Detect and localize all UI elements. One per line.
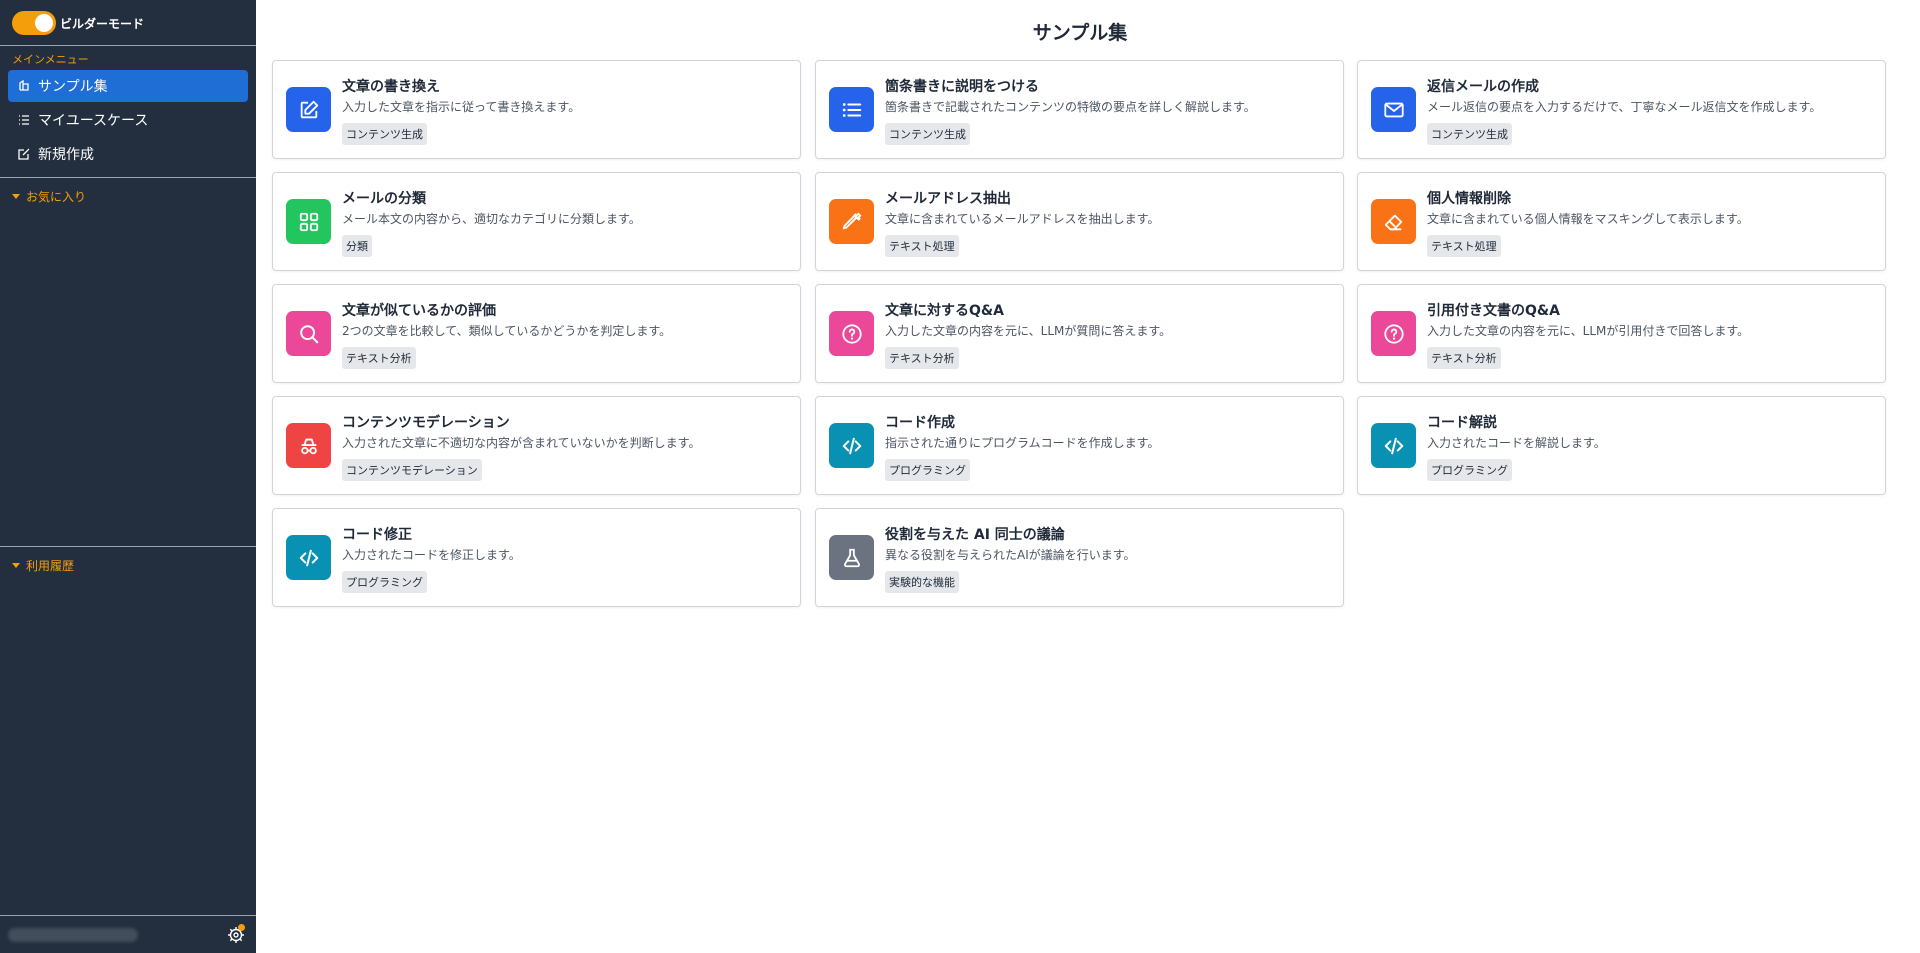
- history-header[interactable]: 利用履歴: [12, 557, 74, 574]
- code-icon: [1371, 423, 1416, 468]
- card-title: コード作成: [885, 415, 955, 431]
- sample-icon: [18, 80, 30, 92]
- card-description: 入力されたコードを修正します。: [342, 548, 521, 562]
- card-description: 箇条書きで記載されたコンテンツの特徴の要点を詳しく解説します。: [885, 100, 1256, 114]
- card-tag: 分類: [342, 235, 372, 257]
- card-title: メールアドレス抽出: [885, 191, 1011, 207]
- card-title: 文章に対するQ&A: [885, 303, 1004, 319]
- sidebar-item-samples[interactable]: サンプル集: [8, 70, 248, 102]
- card-title: 文章が似ているかの評価: [342, 303, 496, 319]
- sample-card[interactable]: コード作成 指示された通りにプログラムコードを作成します。 プログラミング: [815, 396, 1344, 495]
- sidebar-item-new[interactable]: 新規作成: [8, 138, 248, 170]
- list-icon: [829, 87, 874, 132]
- card-tag: プログラミング: [1427, 459, 1512, 481]
- card-tag: テキスト処理: [1427, 235, 1501, 257]
- incognito-icon: [286, 423, 331, 468]
- main-menu-label: メインメニュー: [12, 53, 89, 66]
- divider: [0, 546, 256, 547]
- edit-icon: [18, 148, 30, 160]
- card-tag: コンテンツモデレーション: [342, 459, 482, 481]
- search-icon: [286, 311, 331, 356]
- sample-card[interactable]: メールアドレス抽出 文章に含まれているメールアドレスを抽出します。 テキスト処理: [815, 172, 1344, 271]
- mail-icon: [1371, 87, 1416, 132]
- code-icon: [829, 423, 874, 468]
- card-tag: コンテンツ生成: [1427, 123, 1512, 145]
- caret-down-icon: [12, 194, 20, 199]
- flask-icon: [829, 535, 874, 580]
- card-description: 入力した文章の内容を元に、LLMが引用付きで回答します。: [1427, 324, 1750, 338]
- sidebar-item-my-usecases[interactable]: マイユースケース: [8, 104, 248, 136]
- sidebar-item-label: マイユースケース: [38, 113, 149, 129]
- sample-card[interactable]: コード解説 入力されたコードを解説します。 プログラミング: [1357, 396, 1886, 495]
- page-title: サンプル集: [1032, 22, 1128, 44]
- sample-card[interactable]: 引用付き文書のQ&A 入力した文章の内容を元に、LLMが引用付きで回答します。 …: [1357, 284, 1886, 383]
- sample-card[interactable]: 文章が似ているかの評価 2つの文章を比較して、類似しているかどうかを判定します。…: [272, 284, 801, 383]
- card-tag: コンテンツ生成: [885, 123, 970, 145]
- card-title: コード解説: [1427, 415, 1497, 431]
- favorites-header[interactable]: お気に入り: [12, 188, 86, 205]
- sample-card[interactable]: 文章の書き換え 入力した文章を指示に従って書き換えます。 コンテンツ生成: [272, 60, 801, 159]
- card-description: 入力されたコードを解説します。: [1427, 436, 1606, 450]
- card-description: 入力した文章を指示に従って書き換えます。: [342, 100, 581, 114]
- grid-icon: [286, 199, 331, 244]
- card-tag: テキスト分析: [342, 347, 416, 369]
- divider: [0, 915, 256, 916]
- divider: [0, 177, 256, 178]
- card-description: メール返信の要点を入力するだけで、丁寧なメール返信文を作成します。: [1427, 100, 1822, 114]
- card-tag: 実験的な機能: [885, 571, 959, 593]
- builder-mode-toggle[interactable]: ビルダーモード: [12, 11, 144, 35]
- card-title: 返信メールの作成: [1427, 79, 1539, 95]
- eraser-icon: [1371, 199, 1416, 244]
- card-title: 文章の書き換え: [342, 79, 440, 95]
- card-title: コード修正: [342, 527, 412, 543]
- sample-card[interactable]: 個人情報削除 文章に含まれている個人情報をマスキングして表示します。 テキスト処…: [1357, 172, 1886, 271]
- card-tag: プログラミング: [342, 571, 427, 593]
- question-icon: [1371, 311, 1416, 356]
- card-title: コンテンツモデレーション: [342, 415, 510, 431]
- card-description: 文章に含まれている個人情報をマスキングして表示します。: [1427, 212, 1749, 226]
- favorites-label: お気に入り: [26, 190, 87, 204]
- builder-mode-label: ビルダーモード: [60, 16, 145, 31]
- card-tag: テキスト分析: [1427, 347, 1501, 369]
- sample-card[interactable]: メールの分類 メール本文の内容から、適切なカテゴリに分類します。 分類: [272, 172, 801, 271]
- history-label: 利用履歴: [26, 559, 75, 573]
- sidebar-item-label: サンプル集: [38, 79, 108, 95]
- card-description: 異なる役割を与えられたAIが議論を行います。: [885, 548, 1136, 562]
- card-description: 指示された通りにプログラムコードを作成します。: [885, 436, 1160, 450]
- sample-card[interactable]: 文章に対するQ&A 入力した文章の内容を元に、LLMが質問に答えます。 テキスト…: [815, 284, 1344, 383]
- caret-down-icon: [12, 563, 20, 568]
- sample-card[interactable]: コンテンツモデレーション 入力された文章に不適切な内容が含まれていないかを判断し…: [272, 396, 801, 495]
- sample-card[interactable]: 箇条書きに説明をつける 箇条書きで記載されたコンテンツの特徴の要点を詳しく解説し…: [815, 60, 1344, 159]
- card-title: 箇条書きに説明をつける: [885, 79, 1039, 95]
- card-tag: テキスト処理: [885, 235, 959, 257]
- edit-icon: [286, 87, 331, 132]
- card-description: 入力された文章に不適切な内容が含まれていないかを判断します。: [342, 436, 701, 450]
- divider: [0, 45, 256, 46]
- card-title: 引用付き文書のQ&A: [1427, 303, 1560, 319]
- card-description: 入力した文章の内容を元に、LLMが質問に答えます。: [885, 324, 1172, 338]
- sidebar: ビルダーモード メインメニュー サンプル集 マイユースケース 新規作成 お気に入…: [0, 0, 256, 953]
- toggle-switch[interactable]: [12, 11, 56, 35]
- account-email-blurred: [8, 928, 138, 942]
- card-tag: コンテンツ生成: [342, 123, 427, 145]
- card-title: 役割を与えた AI 同士の議論: [885, 527, 1065, 543]
- sample-card[interactable]: 返信メールの作成 メール返信の要点を入力するだけで、丁寧なメール返信文を作成しま…: [1357, 60, 1886, 159]
- card-tag: テキスト分析: [885, 347, 959, 369]
- card-description: 文章に含まれているメールアドレスを抽出します。: [885, 212, 1160, 226]
- sample-card[interactable]: 役割を与えた AI 同士の議論 異なる役割を与えられたAIが議論を行います。 実…: [815, 508, 1344, 607]
- sample-card[interactable]: コード修正 入力されたコードを修正します。 プログラミング: [272, 508, 801, 607]
- card-description: メール本文の内容から、適切なカテゴリに分類します。: [342, 212, 641, 226]
- sidebar-item-label: 新規作成: [38, 147, 94, 163]
- question-icon: [829, 311, 874, 356]
- list-icon: [18, 114, 30, 126]
- code-icon: [286, 535, 331, 580]
- card-title: 個人情報削除: [1427, 191, 1511, 207]
- notification-dot: [238, 924, 245, 931]
- card-tag: プログラミング: [885, 459, 970, 481]
- eyedropper-icon: [829, 199, 874, 244]
- card-description: 2つの文章を比較して、類似しているかどうかを判定します。: [342, 324, 672, 338]
- card-title: メールの分類: [342, 191, 426, 207]
